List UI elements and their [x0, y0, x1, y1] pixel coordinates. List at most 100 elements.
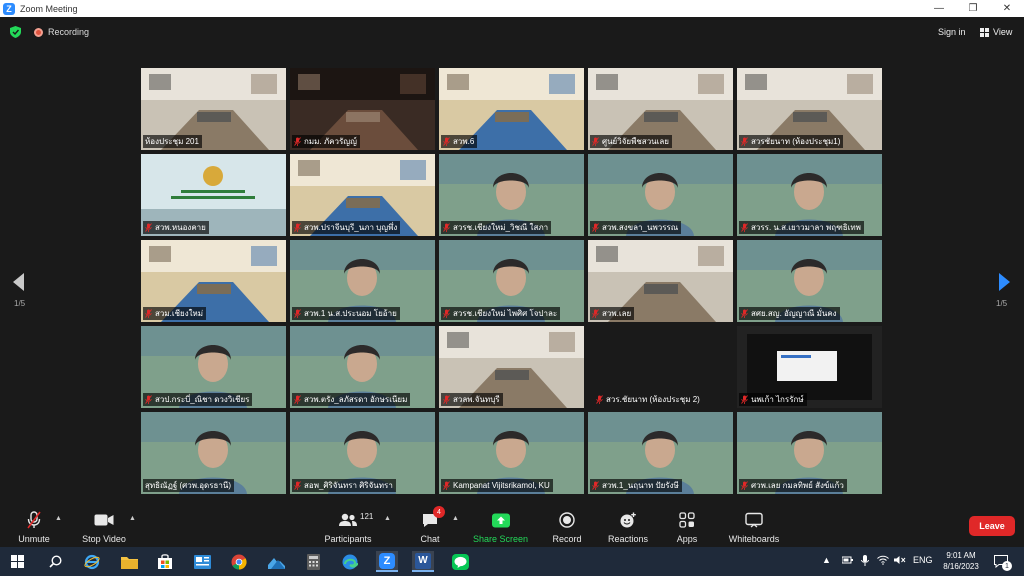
participants-options-chevron-up-icon[interactable]: ▲ — [384, 515, 391, 522]
recording-indicator[interactable]: Recording — [34, 27, 89, 37]
muted-mic-icon — [592, 481, 599, 490]
edge-icon[interactable] — [339, 551, 361, 572]
participant-name-tag: สอพ_ศิริจันทรา ศิริจันทรา — [292, 479, 396, 492]
word-icon[interactable]: W — [412, 551, 434, 572]
grid-view-icon — [980, 27, 989, 37]
participant-video-tile[interactable]: สวพ.หนองคาย — [141, 154, 286, 236]
previous-page-arrow-icon[interactable] — [13, 273, 24, 291]
chat-label: Chat — [420, 534, 440, 544]
network-battery-icon[interactable] — [841, 555, 854, 567]
photos-app-icon[interactable] — [265, 551, 287, 572]
zoom-taskbar-icon[interactable]: Z — [376, 551, 398, 572]
participant-video-tile[interactable]: นพเก้า ไกรรักษ์ — [737, 326, 882, 408]
news-app-icon[interactable] — [191, 551, 213, 572]
taskbar-clock[interactable]: 9:01 AM 8/16/2023 — [936, 550, 986, 572]
participant-name: สุทธิณัฏฐ์ (ศวพ.อุดรธานี) — [145, 481, 232, 490]
participant-name-tag: สวรชัยนาท (ห้องประชุม1) — [739, 135, 844, 148]
participant-name: สวรร. น.ส.เยาวมาลา พฤฑธิเทพ — [751, 223, 861, 232]
participant-video-tile[interactable]: ห้องประชุม 201 — [141, 68, 286, 150]
participant-video-tile[interactable]: กมม. ภัควรัญญ์ — [290, 68, 435, 150]
participant-video-tile[interactable]: ศูนย์วิจัยพืชสวนเลย — [588, 68, 733, 150]
participant-video-tile[interactable]: สวลพ.จันทบุรี — [439, 326, 584, 408]
whiteboards-label: Whiteboards — [728, 534, 780, 544]
participant-video-tile[interactable]: สวรร. น.ส.เยาวมาลา พฤฑธิเทพ — [737, 154, 882, 236]
muted-mic-icon — [145, 309, 152, 318]
participant-name-tag: สวร.ชัยนาท (ห้องประชุม 2) — [594, 393, 703, 406]
leave-button[interactable]: Leave — [969, 516, 1015, 536]
unmute-button[interactable]: Unmute — [16, 511, 52, 544]
calculator-icon[interactable] — [302, 551, 324, 572]
line-app-icon[interactable] — [449, 551, 471, 572]
participant-video-tile[interactable]: สวพ.สงขลา_นพวรรณ — [588, 154, 733, 236]
participant-name-tag: ห้องประชุม 201 — [143, 135, 202, 148]
notification-count-badge: 1 — [1002, 561, 1012, 571]
speaker-muted-icon[interactable] — [894, 555, 906, 567]
participant-name-tag: กมม. ภัควรัญญ์ — [292, 135, 360, 148]
windows-start-icon[interactable] — [6, 551, 28, 572]
participant-video-tile[interactable]: สวพ.6 — [439, 68, 584, 150]
muted-mic-icon — [27, 511, 41, 529]
audio-options-chevron-up-icon[interactable]: ▲ — [55, 515, 62, 522]
next-page-arrow-icon[interactable] — [999, 273, 1010, 291]
participant-name: ศูนย์วิจัยพืชสวนเลย — [602, 137, 669, 146]
search-icon[interactable] — [44, 551, 66, 572]
participant-video-tile[interactable]: สวม.เชียงใหม่ — [141, 240, 286, 322]
participant-video-tile[interactable]: สวร.ชัยนาท (ห้องประชุม 2) — [588, 326, 733, 408]
participant-video-tile[interactable]: สวรช.เชียงใหม่_วิชณี ใสภา — [439, 154, 584, 236]
record-label: Record — [552, 534, 582, 544]
show-hidden-icons-chevron-up-icon[interactable]: ▲ — [822, 555, 831, 565]
input-language[interactable]: ENG — [913, 555, 933, 565]
stop-video-button[interactable]: Stop Video — [80, 511, 128, 544]
view-label: View — [993, 27, 1013, 37]
sign-in-link[interactable]: Sign in — [938, 27, 966, 37]
participant-name-tag: Kampanat Vijitsrikamol, KU — [441, 479, 553, 492]
chat-options-chevron-up-icon[interactable]: ▲ — [452, 515, 459, 522]
apps-label: Apps — [676, 534, 698, 544]
record-button[interactable]: Record — [552, 511, 582, 544]
file-explorer-icon[interactable] — [118, 551, 140, 572]
microsoft-store-icon[interactable] — [154, 551, 176, 572]
participant-video-tile[interactable]: สอพ_ศิริจันทรา ศิริจันทรา — [290, 412, 435, 494]
participant-video-tile[interactable]: ศวพ.เลย กมลทิพย์ สังข์แก้ว — [737, 412, 882, 494]
recording-dot-icon — [34, 27, 43, 37]
video-options-chevron-up-icon[interactable]: ▲ — [129, 515, 136, 522]
participant-video-tile[interactable]: สศย.สญ. อัญญาณี มั่นคง — [737, 240, 882, 322]
chrome-icon[interactable] — [228, 551, 250, 572]
view-button[interactable]: View — [980, 27, 1012, 37]
participant-name: กมม. ภัควรัญญ์ — [304, 137, 357, 146]
participant-video-tile[interactable]: สวรชัยนาท (ห้องประชุม1) — [737, 68, 882, 150]
participant-name: สอพ_ศิริจันทรา ศิริจันทรา — [304, 481, 393, 490]
zoom-logo-icon: Z — [3, 2, 15, 15]
muted-mic-icon — [443, 309, 450, 318]
participant-video-tile[interactable]: สวป.กระบี่_ณิชา ดวงวิเชียร — [141, 326, 286, 408]
participant-video-tile[interactable]: สวพ.ปราจีนบุรี_นภา บุญพึ่ง — [290, 154, 435, 236]
muted-mic-icon — [592, 137, 599, 146]
participant-video-tile[interactable]: Kampanat Vijitsrikamol, KU — [439, 412, 584, 494]
share-screen-button[interactable]: Share Screen — [473, 511, 528, 544]
participant-video-tile[interactable]: สวพ.1 น.ส.ประนอม โยอ้าย — [290, 240, 435, 322]
participant-video-tile[interactable]: สวพ.เลย — [588, 240, 733, 322]
muted-mic-icon — [741, 395, 748, 404]
muted-mic-icon — [596, 395, 603, 404]
close-button[interactable]: ✕ — [990, 0, 1024, 17]
internet-explorer-icon[interactable] — [81, 551, 103, 572]
window-title: Zoom Meeting — [20, 3, 78, 14]
participants-icon — [337, 511, 359, 529]
whiteboards-button[interactable]: Whiteboards — [728, 511, 780, 544]
participant-video-tile[interactable]: สวรช.เชียงใหม่ ไพศิศ โจปาละ — [439, 240, 584, 322]
muted-mic-icon — [145, 395, 152, 404]
participant-video-tile[interactable]: สุทธิณัฏฐ์ (ศวพ.อุดรธานี) — [141, 412, 286, 494]
participant-name: ห้องประชุม 201 — [145, 137, 199, 146]
minimize-button[interactable]: — — [922, 0, 956, 17]
reactions-button[interactable]: Reactions — [608, 511, 648, 544]
participant-video-tile[interactable]: สวพ.ตรัง_ลภัสรดา อักษรเนียม — [290, 326, 435, 408]
wifi-icon[interactable] — [877, 555, 889, 567]
microphone-tray-icon[interactable] — [861, 555, 869, 568]
participant-video-tile[interactable]: สวพ.1_นฤนาท ปัยรังษี — [588, 412, 733, 494]
muted-mic-icon — [294, 309, 301, 318]
apps-button[interactable]: Apps — [676, 511, 698, 544]
notification-center-icon[interactable]: 1 — [990, 551, 1012, 572]
encryption-shield-icon[interactable] — [10, 26, 21, 38]
restore-button[interactable]: ❐ — [956, 0, 990, 17]
muted-mic-icon — [592, 223, 599, 232]
